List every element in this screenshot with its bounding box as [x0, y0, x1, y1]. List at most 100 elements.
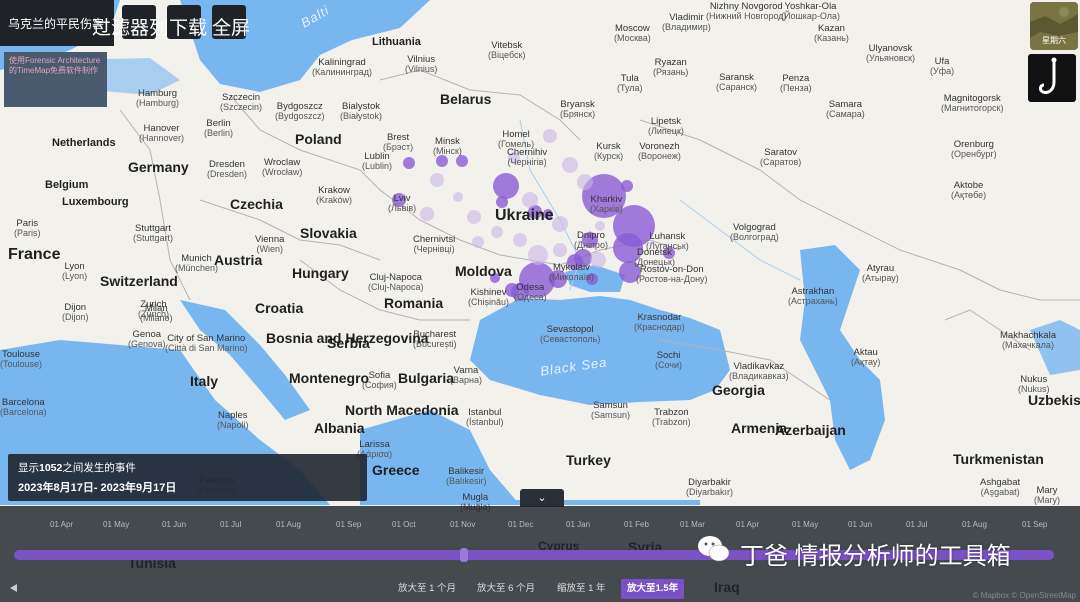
- city-label: Trabzon (Trabzon): [652, 407, 691, 427]
- city-label: Kursk (Курск): [594, 141, 624, 161]
- city-label: Chernihiv (Чернігів): [507, 147, 548, 167]
- map-attribution[interactable]: © Mapbox © OpenStreetMap: [973, 591, 1076, 600]
- city-label: Vladimir (Владимир): [662, 12, 711, 32]
- city-label: Paris (Paris): [14, 218, 41, 238]
- city-label: Ryazan (Рязань): [653, 57, 689, 77]
- city-label: Aktau (Ақтау): [851, 347, 881, 367]
- city-label: Berlin (Berlin): [204, 118, 234, 138]
- city-label: Lipetsk (Липецк): [648, 116, 684, 136]
- city-label: Rostov-on-Don (Ростов-на-Дону): [636, 264, 708, 284]
- country-label: Greece: [372, 462, 420, 478]
- download-label: 下载: [169, 17, 208, 39]
- city-label: Ufa (Уфа): [930, 56, 955, 76]
- credit-note[interactable]: 使用Forensic Architecture的TimeMap免费软件制作: [4, 52, 107, 107]
- zoom-button[interactable]: 放大至1.5年: [621, 579, 685, 599]
- city-label: Bryansk (Брянск): [560, 99, 596, 119]
- city-label: Orenburg (Оренбург): [951, 139, 997, 159]
- city-label: Dijon (Dijon): [62, 302, 89, 322]
- city-label: Vitebsk (Віцебск): [488, 40, 526, 60]
- city-label: Yoshkar-Ola (Йошкар-Ола): [781, 1, 840, 21]
- city-label: City of San Marino (Città di San Marino): [165, 333, 248, 353]
- country-label: Serbia: [327, 335, 370, 351]
- country-label: France: [8, 246, 61, 263]
- city-label: Lviv (Львів): [388, 193, 417, 213]
- country-label: Belgium: [45, 179, 89, 191]
- city-label: Vladikavkaz (Владикавказ): [729, 361, 789, 381]
- date-range: 2023年8月17日- 2023年9月17日: [18, 482, 177, 494]
- city-label: Bucharest (București): [413, 329, 457, 349]
- country-label: North Macedonia: [345, 402, 459, 418]
- country-label: Germany: [128, 159, 189, 175]
- zoom-button[interactable]: 放大至 6 个月: [471, 579, 541, 599]
- city-label: Bydgoszcz (Bydgoszcz): [275, 101, 325, 121]
- city-label: Penza (Пенза): [780, 73, 812, 93]
- basemap-thumbnail[interactable]: 星期六: [1030, 2, 1078, 50]
- country-label: Croatia: [255, 300, 304, 316]
- city-label: Dresden (Dresden): [207, 159, 248, 179]
- city-label: Ashgabat (Aşgabat): [980, 477, 1021, 497]
- country-label: Slovakia: [300, 225, 357, 241]
- question-mark-icon: [1039, 57, 1057, 94]
- country-label: Hungary: [292, 265, 349, 281]
- country-label: Switzerland: [100, 273, 178, 289]
- city-label: Samara (Самара): [826, 99, 865, 119]
- city-label: Vienna (Wien): [255, 234, 285, 254]
- city-label: Kharkiv (Харків): [590, 194, 623, 214]
- city-label: Sochi (Сочи): [655, 350, 683, 370]
- city-label: Milan (Milano): [140, 303, 173, 323]
- city-label: Lublin (Lublin): [362, 151, 393, 171]
- country-label: Albania: [314, 420, 365, 436]
- city-label: Balikesir (Balıkesir): [446, 466, 487, 486]
- city-label: Moscow (Москва): [614, 23, 651, 43]
- city-label: Mary (Mary): [1034, 485, 1060, 505]
- city-label: Odesa (Одеса): [514, 282, 547, 302]
- country-label: Belarus: [440, 91, 492, 107]
- country-label: Turkmenistan: [953, 451, 1044, 467]
- country-label: Netherlands: [52, 137, 116, 149]
- city-label: Barcelona (Barcelona): [0, 397, 47, 417]
- city-label: Sofia (София): [362, 370, 397, 390]
- city-label: Samsun (Samsun): [591, 400, 631, 420]
- country-label: Uzbekis: [1028, 392, 1080, 408]
- watermark-text: 丁爸 情报分析师的工具箱: [740, 543, 1011, 570]
- country-label: Austria: [214, 252, 263, 268]
- country-label: Turkey: [566, 452, 611, 468]
- city-label: Genoa (Genova): [128, 329, 166, 349]
- city-label: Homel (Гомель): [498, 129, 535, 149]
- city-label: Varna (Варна): [450, 365, 482, 385]
- city-label: Hanover (Hannover): [139, 123, 185, 143]
- country-label: Lithuania: [372, 36, 421, 48]
- city-label: Cluj-Napoca (Cluj-Napoca): [368, 272, 424, 292]
- city-label: Kazan (Казань): [814, 23, 849, 43]
- country-label: Bulgaria: [398, 370, 455, 386]
- zoom-button[interactable]: 缩放至 1 年: [551, 579, 612, 599]
- city-label: Minsk (Мінск): [433, 136, 462, 156]
- city-label: Nukus (Nukus): [1018, 374, 1050, 394]
- city-label: Saransk (Саранск): [716, 72, 758, 92]
- city-label: Brest (Брэст): [383, 132, 414, 152]
- city-label: Makhachkala (Махачкала): [1000, 330, 1056, 350]
- timeline-collapse-button[interactable]: ⌄: [520, 489, 564, 507]
- help-button[interactable]: [1028, 54, 1076, 102]
- city-label: Naples (Napoli): [217, 410, 249, 430]
- zoom-button[interactable]: 放大至 1 个月: [392, 579, 462, 599]
- country-label: Azerbaijan: [775, 422, 846, 438]
- city-label: Saratov (Саратов): [760, 147, 802, 167]
- city-label: Atyrau (Атырау): [862, 263, 899, 283]
- city-label: Wroclaw (Wrocław): [262, 157, 303, 177]
- city-label: Stuttgart (Stuttgart): [133, 223, 174, 243]
- wechat-icon: [698, 536, 730, 562]
- city-label: Krakow (Kraków): [316, 185, 353, 205]
- city-label: Szczecin (Szczecin): [220, 92, 263, 112]
- city-label: Magnitogorsk (Магнитогорск): [941, 93, 1004, 113]
- city-label: Diyarbakir (Diyarbakır): [686, 477, 734, 497]
- city-label: Ulyanovsk (Ульяновск): [866, 43, 916, 63]
- city-label: Nizhny Novgorod (Нижний Новгород): [706, 1, 787, 21]
- country-label: Romania: [384, 295, 444, 311]
- event-summary-panel: 显示1052之间发生的事件 2023年8月17日- 2023年9月17日: [8, 454, 367, 501]
- city-label: Hamburg (Hamburg): [136, 88, 180, 108]
- chevron-down-icon: ⌄: [537, 492, 547, 504]
- city-label: Volgograd (Волгоград): [730, 222, 779, 242]
- country-label: Italy: [190, 373, 219, 389]
- timeline-left-arrow-icon: [10, 584, 17, 592]
